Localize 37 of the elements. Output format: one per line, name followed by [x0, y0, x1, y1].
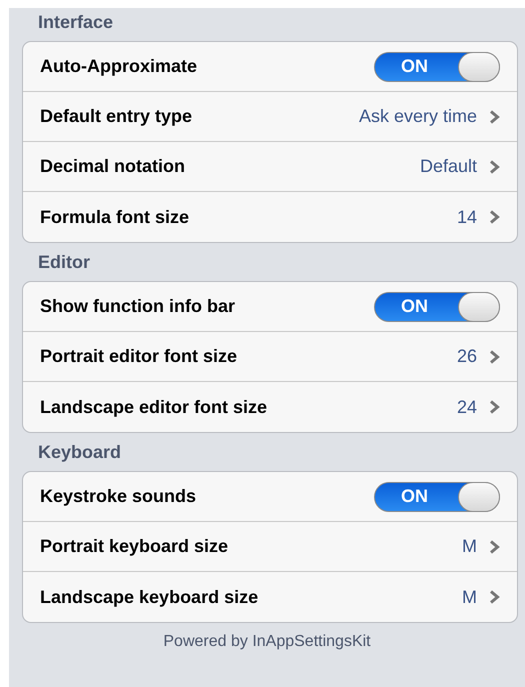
- toggle-switch[interactable]: ON: [374, 482, 500, 512]
- setting-label: Default entry type: [40, 105, 192, 128]
- setting-label: Decimal notation: [40, 155, 186, 178]
- setting-label: Formula font size: [40, 206, 190, 228]
- setting-value[interactable]: M: [462, 584, 477, 610]
- chevron-icon: [489, 210, 500, 224]
- footer-text: Powered by InAppSettingsKit: [162, 632, 372, 652]
- section-header: Interface: [37, 12, 114, 34]
- toggle-knob-icon: [458, 292, 500, 322]
- chevron-icon: [489, 590, 500, 604]
- setting-label: Keystroke sounds: [40, 485, 196, 508]
- setting-value[interactable]: Ask every time: [358, 103, 477, 130]
- setting-value[interactable]: M: [462, 533, 477, 560]
- chevron-icon: [489, 400, 500, 414]
- chevron-icon: [489, 160, 500, 174]
- toggle-state-text: ON: [401, 295, 428, 318]
- setting-label: Auto-Approximate: [40, 55, 197, 78]
- chevron-icon: [489, 110, 500, 124]
- setting-label: Landscape editor font size: [40, 396, 268, 419]
- toggle-state-text: ON: [401, 55, 428, 78]
- setting-label: Portrait editor font size: [40, 345, 238, 368]
- setting-value[interactable]: 24: [456, 394, 477, 420]
- section-header: Editor: [37, 252, 91, 274]
- toggle-switch[interactable]: ON: [374, 52, 500, 82]
- toggle-state-text: ON: [401, 485, 428, 508]
- setting-label: Landscape keyboard size: [40, 586, 258, 609]
- section-header: Keyboard: [37, 442, 122, 464]
- chevron-icon: [489, 540, 500, 554]
- setting-label: Show function info bar: [40, 295, 235, 318]
- setting-value[interactable]: 14: [456, 204, 477, 230]
- setting-value[interactable]: Default: [420, 153, 477, 180]
- toggle-knob-icon: [458, 52, 500, 82]
- setting-value[interactable]: 26: [456, 343, 477, 370]
- toggle-switch[interactable]: ON: [374, 292, 500, 322]
- toggle-knob-icon: [458, 482, 500, 512]
- chevron-icon: [489, 350, 500, 364]
- setting-label: Portrait keyboard size: [40, 535, 228, 558]
